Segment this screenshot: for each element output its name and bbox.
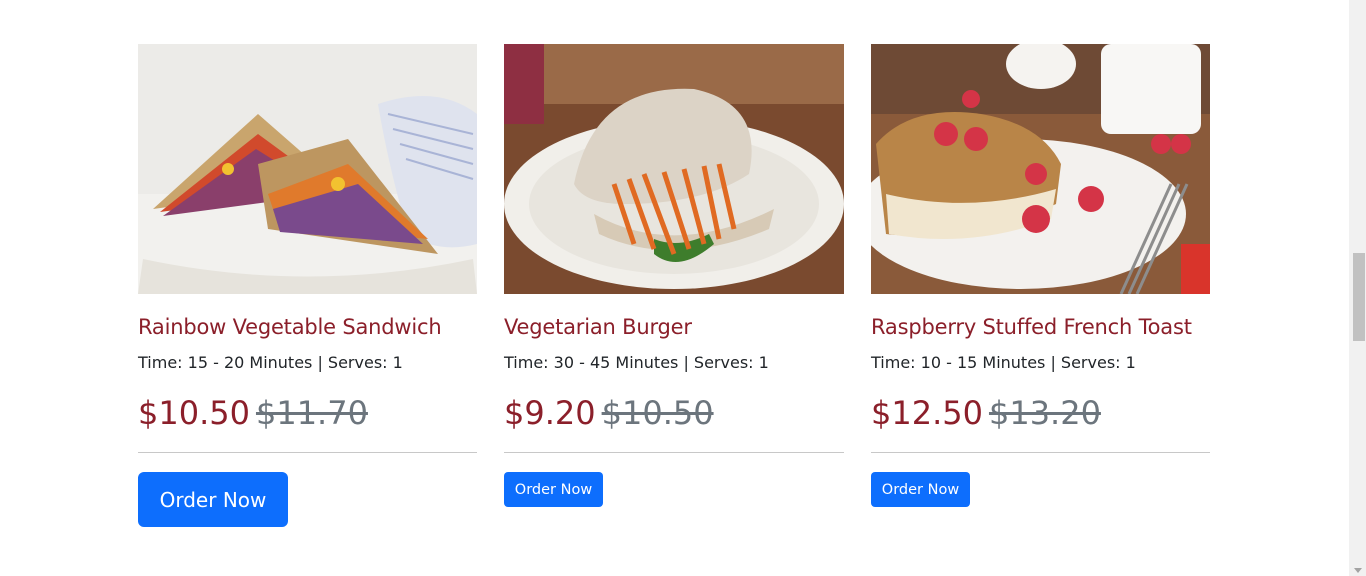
recipe-meta: Time: 30 - 45 Minutes | Serves: 1 xyxy=(504,353,769,372)
divider xyxy=(871,452,1210,453)
price-block: $10.50 $11.70 xyxy=(138,394,368,432)
recipe-card-rainbow-sandwich: Rainbow Vegetable Sandwich Time: 15 - 20… xyxy=(138,44,477,527)
scroll-down-arrow-icon[interactable] xyxy=(1354,568,1362,573)
recipe-meta: Time: 10 - 15 Minutes | Serves: 1 xyxy=(871,353,1136,372)
recipe-card-vegetarian-burger: Vegetarian Burger Time: 30 - 45 Minutes … xyxy=(504,44,844,507)
order-now-button[interactable]: Order Now xyxy=(138,472,288,527)
scrollbar-thumb[interactable] xyxy=(1353,253,1365,341)
price-block: $9.20 $10.50 xyxy=(504,394,714,432)
order-now-button[interactable]: Order Now xyxy=(871,472,970,507)
current-price: $10.50 xyxy=(138,394,250,432)
sandwich-photo xyxy=(138,44,477,294)
original-price: $11.70 xyxy=(255,394,368,432)
french-toast-photo xyxy=(871,44,1210,294)
current-price: $12.50 xyxy=(871,394,983,432)
burger-photo xyxy=(504,44,844,294)
divider xyxy=(504,452,844,453)
recipe-card-french-toast: Raspberry Stuffed French Toast Time: 10 … xyxy=(871,44,1210,507)
divider xyxy=(138,452,477,453)
current-price: $9.20 xyxy=(504,394,596,432)
price-block: $12.50 $13.20 xyxy=(871,394,1101,432)
original-price: $13.20 xyxy=(988,394,1101,432)
vertical-scrollbar[interactable] xyxy=(1349,0,1366,576)
original-price: $10.50 xyxy=(601,394,714,432)
recipe-title: Raspberry Stuffed French Toast xyxy=(871,315,1192,339)
recipe-title: Rainbow Vegetable Sandwich xyxy=(138,315,442,339)
recipe-title: Vegetarian Burger xyxy=(504,315,692,339)
order-now-button[interactable]: Order Now xyxy=(504,472,603,507)
recipe-meta: Time: 15 - 20 Minutes | Serves: 1 xyxy=(138,353,403,372)
